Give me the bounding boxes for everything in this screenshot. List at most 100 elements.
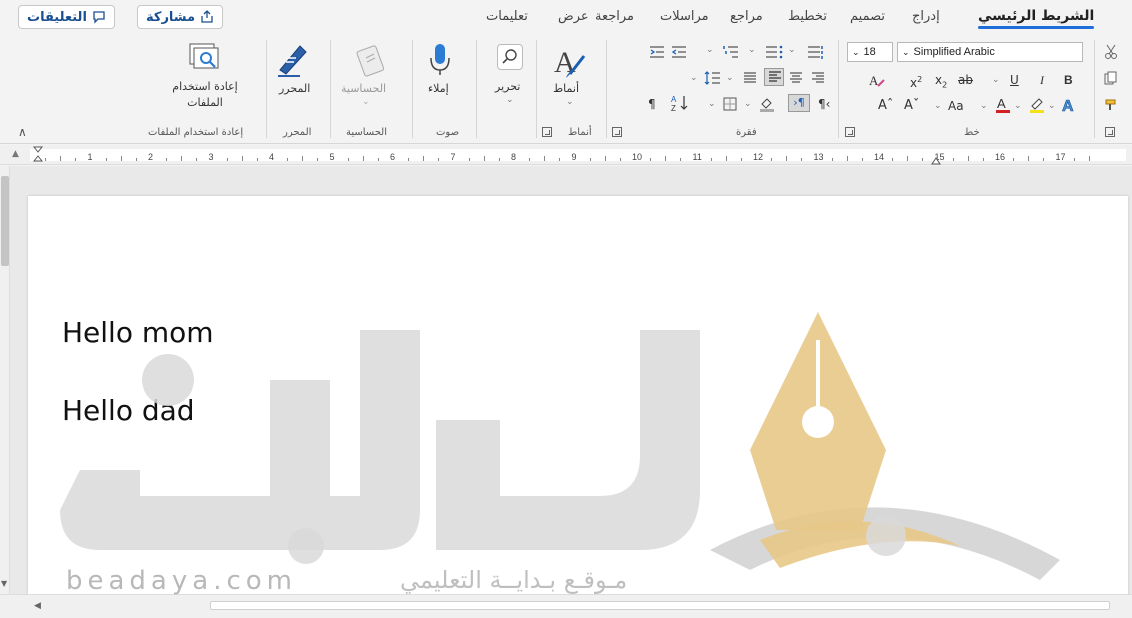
numbering-icon[interactable] [806,44,826,63]
chevron-down-icon[interactable]: ⌄ [980,98,988,114]
highlight-color-icon[interactable] [1028,96,1046,118]
editor-button-label[interactable]: المحرر [279,82,310,95]
tab-home[interactable]: الشريط الرئيسي [978,8,1095,29]
document-line[interactable]: Hello mom [62,316,214,349]
ruler-number: 4 [269,152,275,162]
justify-icon[interactable] [742,70,758,89]
shading-icon[interactable] [758,96,776,116]
reuse-files-button-label-2[interactable]: الملفات [162,96,248,109]
reuse-files-button-label[interactable]: إعادة استخدام [162,80,248,93]
share-icon [201,10,213,23]
tab-help[interactable]: تعليمات [486,9,528,24]
ruler-tick [604,156,606,161]
clear-formatting-icon[interactable]: A [868,72,886,92]
chevron-down-icon[interactable]: ⌄ [1014,98,1022,114]
rtl-direction-icon[interactable]: ¶‹ [818,96,830,112]
reuse-files-icon[interactable] [186,42,222,78]
paragraph-group-label: فقرة [736,127,757,138]
paragraph-dialog-launcher[interactable] [612,127,622,137]
chevron-down-icon[interactable]: ⌄ [362,94,370,110]
styles-dialog-launcher[interactable] [542,127,552,137]
copy-icon[interactable] [1104,70,1118,89]
scroll-left-arrow-icon[interactable]: ◀ [34,598,41,614]
vertical-scrollbar-thumb[interactable] [1,176,9,266]
dictate-button-label[interactable]: إملاء [428,82,449,95]
horizontal-ruler[interactable]: ▲ 1 2 3 4 5 6 7 8 9 10 11 12 13 14 15 16 17 [0,145,1132,165]
chevron-down-icon[interactable]: ⌄ [1048,98,1056,114]
vertical-scrollbar[interactable]: ▼ [0,166,10,594]
tab-insert[interactable]: إدراج [912,9,940,24]
chevron-down-icon[interactable]: ⌄ [706,42,714,58]
chevron-down-icon[interactable]: ⌄ [566,94,574,110]
decrease-indent-icon[interactable] [670,44,688,63]
chevron-down-icon[interactable]: ⌄ [992,72,1000,88]
text-effects-icon[interactable]: A [1060,96,1078,118]
bullets-icon[interactable] [764,44,784,63]
collapse-ribbon-icon[interactable]: ∧ [18,124,27,140]
strikethrough-icon[interactable]: ab [958,72,973,88]
change-case-icon[interactable]: Aa [948,98,964,114]
align-left-icon[interactable] [764,68,784,86]
increase-indent-icon[interactable] [648,44,666,63]
scroll-down-arrow-icon[interactable]: ▼ [1,576,7,592]
chevron-down-icon[interactable]: ⌄ [690,70,698,86]
font-size-box[interactable]: ⌄ 18 [847,42,893,62]
comments-button[interactable]: التعليقات [18,5,115,29]
sort-icon[interactable]: AZ [670,94,690,116]
sensitivity-icon[interactable] [352,42,388,82]
superscript-icon[interactable]: x2 [910,72,922,91]
borders-icon[interactable] [722,96,738,116]
multilevel-list-icon[interactable] [722,44,742,63]
ribbon-separator [266,40,267,138]
document-line[interactable]: Hello dad [62,394,195,427]
tab-mailings[interactable]: مراسلات [660,9,709,24]
tab-design[interactable]: تصميم [850,9,885,24]
ltr-direction-icon[interactable]: ›¶ [788,94,810,112]
chevron-down-icon[interactable]: ⌄ [748,42,756,58]
font-size-value: 18 [863,46,876,58]
ruler-tick [181,156,183,161]
chevron-down-icon: ⌄ [902,46,910,57]
chevron-down-icon[interactable]: ⌄ [506,92,514,108]
scroll-up-arrow-icon[interactable]: ▲ [12,146,19,162]
italic-icon[interactable]: I [1040,72,1044,88]
indent-marker-icon[interactable] [32,146,44,168]
search-icon[interactable] [497,44,523,70]
tab-review[interactable]: مراجعة [595,9,634,24]
svg-text:A: A [1062,98,1074,114]
grow-font-icon[interactable]: Aˆ [878,98,893,114]
chevron-down-icon[interactable]: ⌄ [934,98,942,114]
tab-view[interactable]: عرض [558,9,589,24]
tab-references[interactable]: مراجع [730,9,763,24]
subscript-icon[interactable]: x2 [935,72,947,93]
ruler-tick [196,158,198,161]
underline-icon[interactable]: U [1010,72,1019,88]
horizontal-scrollbar-thumb[interactable] [210,601,1110,610]
ruler-number: 13 [813,152,824,162]
chevron-down-icon[interactable]: ⌄ [726,70,734,86]
shrink-font-icon[interactable]: Aˇ [904,98,919,114]
bold-icon[interactable]: B [1064,72,1073,88]
chevron-down-icon[interactable]: ⌄ [708,96,716,112]
share-button[interactable]: مشاركة [137,5,224,29]
microphone-icon[interactable] [428,42,452,82]
align-right-icon[interactable] [810,70,826,89]
format-painter-icon[interactable] [1104,96,1118,115]
styles-icon[interactable]: A [552,42,588,84]
editor-icon[interactable] [276,42,310,82]
chevron-down-icon[interactable]: ⌄ [744,96,752,112]
show-formatting-marks-icon[interactable]: ¶ [648,96,656,112]
line-spacing-icon[interactable] [704,70,722,89]
svg-text:Z: Z [671,104,676,112]
document-page[interactable]: Hello mom Hello dad [28,196,1128,616]
clipboard-dialog-launcher[interactable] [1105,127,1115,137]
cut-icon[interactable] [1104,44,1118,64]
tab-layout[interactable]: تخطيط [788,9,827,24]
font-name-box[interactable]: ⌄ Simplified Arabic [897,42,1083,62]
font-color-icon[interactable]: A [994,96,1012,118]
chevron-down-icon[interactable]: ⌄ [788,42,796,58]
horizontal-scrollbar[interactable]: ◀ [0,594,1132,618]
align-center-icon[interactable] [788,70,804,89]
font-dialog-launcher[interactable] [845,127,855,137]
ribbon-separator [412,40,413,138]
